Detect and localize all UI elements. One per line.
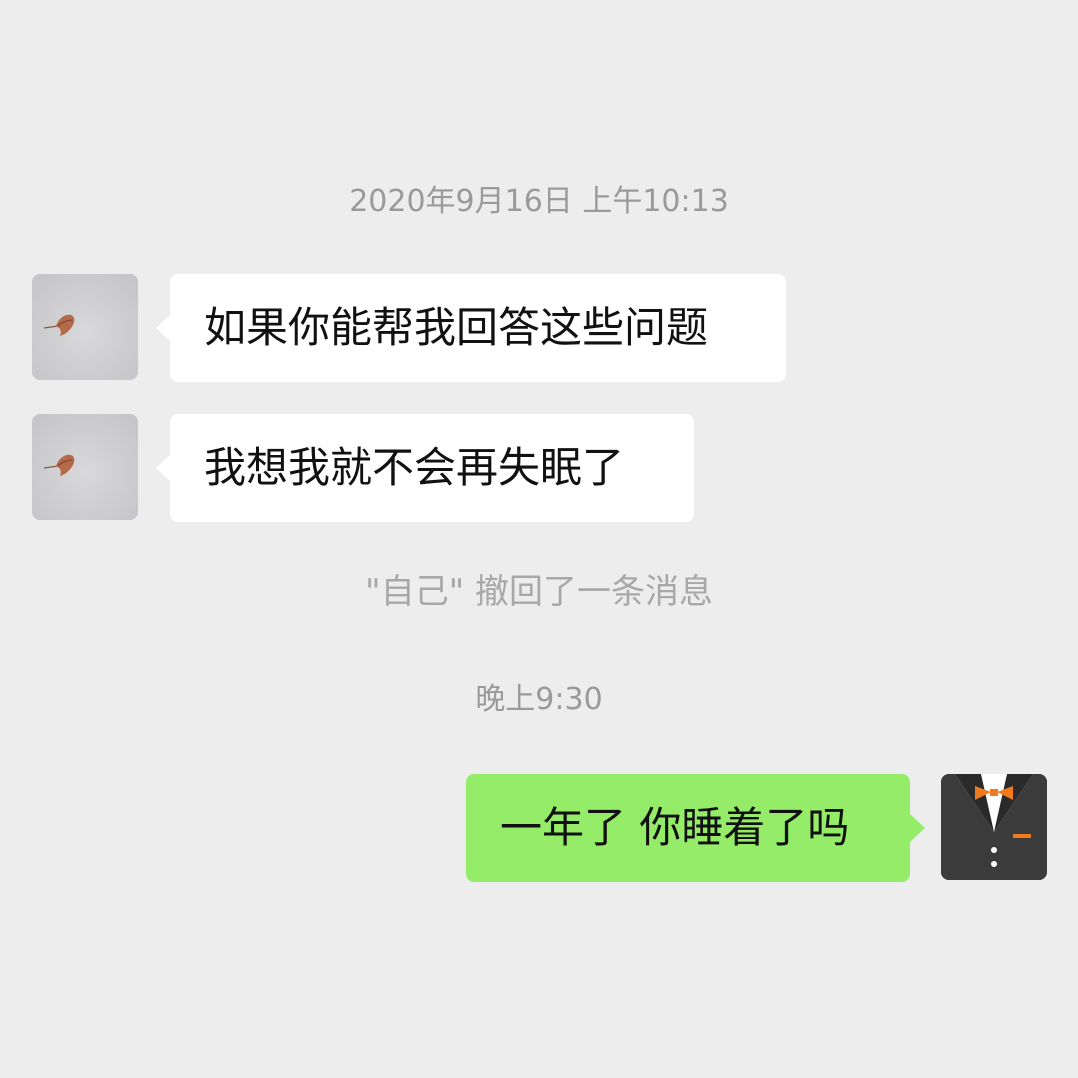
incoming-message-bubble[interactable]: 我想我就不会再失眠了 [156, 414, 694, 522]
recalled-message-notice: "自己" 撤回了一条消息 [364, 572, 714, 612]
outgoing-message-bubble[interactable]: 一年了 你睡着了吗 [466, 774, 925, 882]
message-timestamp: 晚上9:30 [475, 682, 603, 717]
contact-avatar[interactable] [32, 414, 138, 520]
leaf-icon [43, 314, 75, 336]
my-avatar[interactable] [941, 774, 1047, 880]
message-timestamp: 2020年9月16日 上午10:13 [349, 184, 729, 219]
contact-avatar[interactable] [32, 274, 138, 380]
chat-message-area[interactable]: 2020年9月16日 上午10:13 如果你能帮我回答这些问题 我想我就不会再失… [0, 0, 1078, 1078]
incoming-message-bubble[interactable]: 如果你能帮我回答这些问题 [156, 274, 786, 382]
leaf-icon [43, 454, 75, 476]
tuxedo-icon [941, 774, 1047, 880]
